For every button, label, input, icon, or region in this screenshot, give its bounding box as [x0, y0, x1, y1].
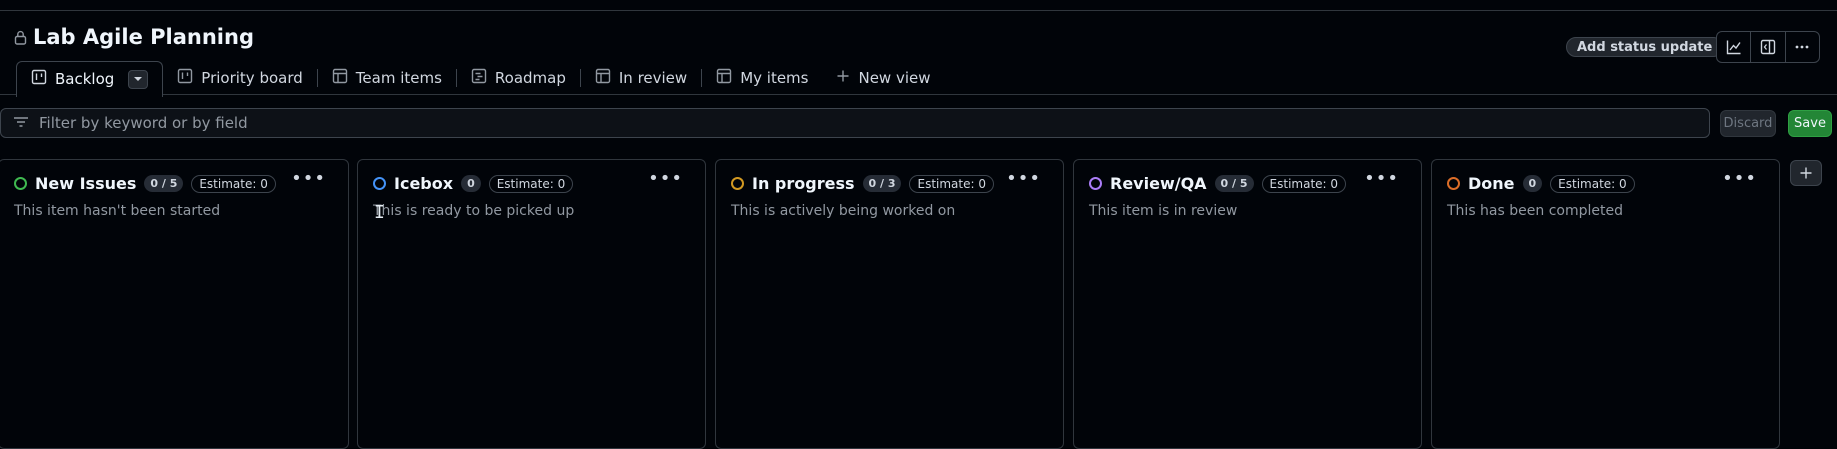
status-circle-icon: [373, 177, 386, 190]
table-icon: [716, 68, 732, 88]
column-menu-icon[interactable]: •••: [1722, 170, 1757, 188]
view-tabs: Backlog Priority board Team items Roadma…: [16, 60, 945, 97]
header-actions: [1716, 31, 1820, 63]
tab-label: Priority board: [201, 68, 303, 87]
board-column-in-progress: In progress 0 / 3 Estimate: 0 ••• This i…: [715, 159, 1064, 449]
add-column-button[interactable]: [1790, 160, 1822, 186]
tab-label: Team items: [355, 68, 442, 87]
item-count-badge: 0: [461, 175, 481, 192]
column-name: Icebox: [394, 174, 454, 193]
filter-input[interactable]: Filter by keyword or by field: [0, 108, 1710, 138]
tab-label: Backlog: [55, 70, 115, 88]
column-description: This has been completed: [1447, 203, 1623, 219]
board-column-new-issues: New Issues 0 / 5 Estimate: 0 ••• This it…: [0, 159, 349, 449]
column-header: Icebox 0 Estimate: 0: [373, 174, 574, 193]
tab-label: Roadmap: [494, 68, 566, 87]
top-bar: [0, 0, 1837, 11]
column-description: This is actively being worked on: [731, 203, 956, 219]
board-icon: [177, 68, 193, 88]
board-column-done: Done 0 Estimate: 0 ••• This has been com…: [1431, 159, 1780, 449]
column-menu-icon[interactable]: •••: [1006, 170, 1041, 188]
lock-icon: [14, 30, 27, 45]
filter-icon: [13, 114, 29, 133]
board-column-icebox: Icebox 0 Estimate: 0 ••• This is ready t…: [357, 159, 706, 449]
new-view-button[interactable]: New view: [822, 61, 944, 95]
table-icon: [595, 68, 611, 88]
view-options-dropdown[interactable]: [128, 69, 149, 89]
column-header: Review/QA 0 / 5 Estimate: 0: [1089, 174, 1347, 193]
column-header: New Issues 0 / 5 Estimate: 0: [14, 174, 276, 193]
more-options-icon[interactable]: [1786, 32, 1819, 62]
column-name: Review/QA: [1110, 174, 1207, 193]
add-status-update-button[interactable]: Add status update: [1566, 37, 1724, 57]
column-menu-icon[interactable]: •••: [1364, 170, 1399, 188]
title-area: Lab Agile Planning: [14, 25, 254, 49]
status-circle-icon: [1089, 177, 1102, 190]
item-count-badge: 0 / 5: [144, 175, 184, 192]
column-name: New Issues: [35, 174, 137, 193]
project-title: Lab Agile Planning: [33, 25, 254, 49]
project-header: Lab Agile Planning Add status update Bac…: [0, 11, 1837, 97]
status-circle-icon: [1447, 177, 1460, 190]
table-icon: [332, 68, 348, 88]
tab-in-review[interactable]: In review: [581, 61, 701, 95]
column-header: Done 0 Estimate: 0: [1447, 174, 1635, 193]
status-circle-icon: [731, 177, 744, 190]
tab-roadmap[interactable]: Roadmap: [457, 61, 580, 95]
plus-icon: [1800, 167, 1812, 179]
tab-label: My items: [740, 68, 809, 87]
tab-priority-board[interactable]: Priority board: [163, 61, 316, 95]
estimate-badge: Estimate: 0: [1261, 174, 1347, 193]
estimate-badge: Estimate: 0: [1550, 174, 1635, 193]
column-name: In progress: [752, 174, 855, 193]
new-view-label: New view: [858, 68, 931, 87]
status-circle-icon: [14, 177, 27, 190]
roadmap-icon: [471, 68, 487, 88]
item-count-badge: 0 / 5: [1214, 175, 1254, 192]
tab-team-items[interactable]: Team items: [318, 61, 456, 95]
tab-label: In review: [618, 68, 688, 87]
column-description: This is ready to be picked up: [373, 203, 575, 219]
save-button[interactable]: Save: [1788, 110, 1832, 137]
item-count-badge: 0: [1522, 175, 1543, 192]
board-column-review-qa: Review/QA 0 / 5 Estimate: 0 ••• This ite…: [1073, 159, 1422, 449]
side-panel-icon[interactable]: [1751, 32, 1786, 62]
tab-backlog[interactable]: Backlog: [16, 60, 164, 97]
item-count-badge: 0 / 3: [862, 175, 902, 192]
column-menu-icon[interactable]: •••: [648, 170, 683, 188]
insights-icon[interactable]: [1717, 32, 1752, 62]
estimate-badge: Estimate: 0: [488, 174, 574, 193]
column-description: This item hasn't been started: [14, 203, 221, 219]
plus-icon: [836, 69, 850, 87]
chevron-down-icon: [134, 77, 143, 81]
column-name: Done: [1468, 174, 1515, 193]
column-menu-icon[interactable]: •••: [291, 170, 326, 188]
column-description: This item is in review: [1089, 203, 1238, 219]
filter-placeholder: Filter by keyword or by field: [39, 114, 248, 132]
text-cursor-icon: I: [374, 202, 385, 223]
estimate-badge: Estimate: 0: [909, 174, 994, 193]
column-header: In progress 0 / 3 Estimate: 0: [731, 174, 994, 193]
estimate-badge: Estimate: 0: [191, 174, 276, 193]
tab-my-items[interactable]: My items: [702, 61, 822, 95]
discard-button[interactable]: Discard: [1720, 110, 1776, 137]
board-icon: [31, 69, 47, 89]
